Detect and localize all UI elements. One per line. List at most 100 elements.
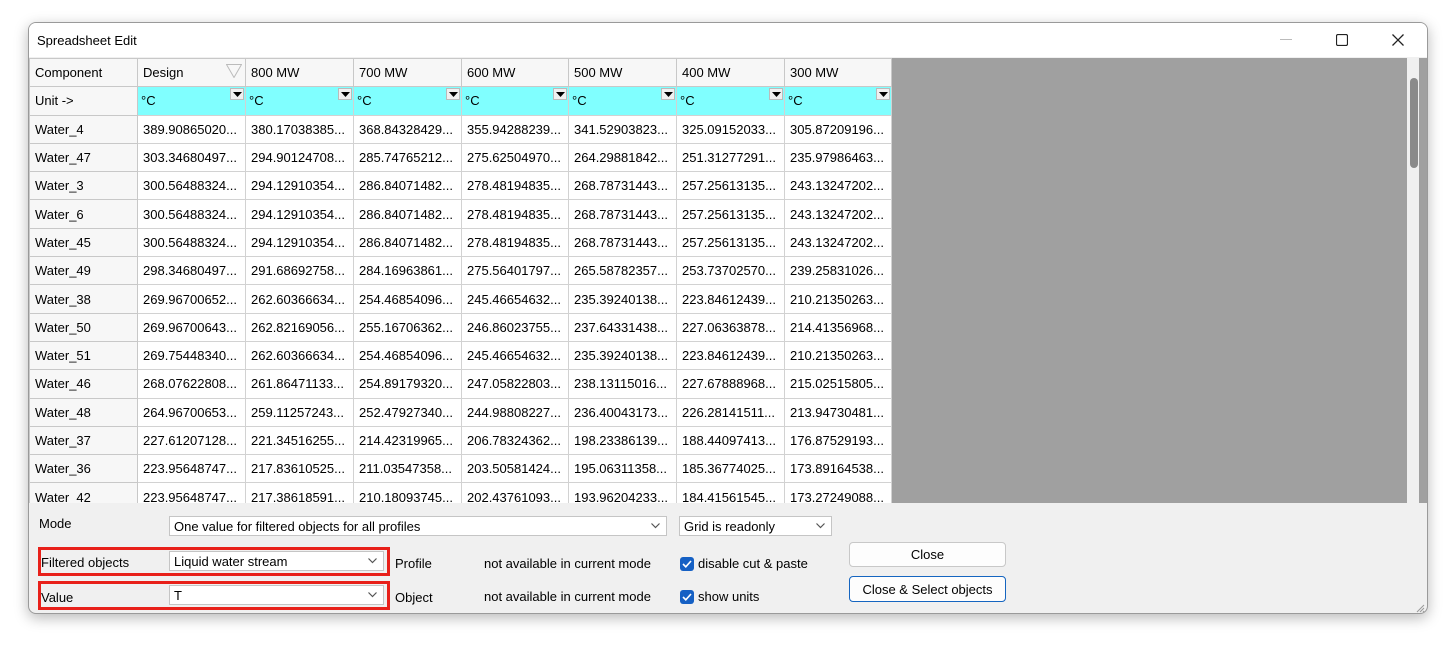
table-cell[interactable]: 203.50581424... <box>461 454 569 484</box>
table-cell[interactable]: 268.78731443... <box>568 171 677 201</box>
close-window-button[interactable] <box>1371 23 1425 57</box>
table-cell[interactable]: 286.84071482... <box>353 199 462 229</box>
spreadsheet-grid[interactable]: Component Design 800 MW 700 MW 600 MW 500 MW 4… <box>29 58 1427 503</box>
row-header-component[interactable]: Water_45 <box>29 227 138 258</box>
table-cell[interactable]: 275.62504970... <box>461 142 569 173</box>
table-cell[interactable]: 213.94730481... <box>784 397 892 427</box>
table-cell[interactable]: 245.46654632... <box>461 284 569 314</box>
table-cell[interactable]: 235.39240138... <box>568 284 677 314</box>
table-cell[interactable]: 278.48194835... <box>461 199 569 229</box>
table-cell[interactable]: 389.90865020... <box>137 114 246 144</box>
table-cell[interactable]: 368.84328429... <box>353 114 462 144</box>
table-cell[interactable]: 254.46854096... <box>353 340 462 371</box>
row-header-component[interactable]: Water_46 <box>29 369 138 399</box>
table-cell[interactable]: 223.95648747... <box>137 454 246 484</box>
column-header[interactable]: 700 MW <box>353 58 462 88</box>
table-cell[interactable]: 198.23386139... <box>568 425 677 456</box>
table-cell[interactable]: 210.18093745... <box>353 482 462 503</box>
close-button[interactable]: Close <box>849 542 1006 567</box>
table-cell[interactable]: 255.16706362... <box>353 312 462 342</box>
mode-select[interactable]: One value for filtered objects for all p… <box>169 516 667 536</box>
grid-mode-select[interactable]: Grid is readonly <box>679 516 832 536</box>
table-cell[interactable]: 173.89164538... <box>784 454 892 484</box>
table-cell[interactable]: 264.96700653... <box>137 397 246 427</box>
table-cell[interactable]: 221.34516255... <box>245 425 354 456</box>
table-cell[interactable]: 243.13247202... <box>784 171 892 201</box>
unit-dropdown[interactable]: °C <box>568 86 677 116</box>
table-cell[interactable]: 214.42319965... <box>353 425 462 456</box>
table-cell[interactable]: 294.12910354... <box>245 171 354 201</box>
dropdown-arrow-icon[interactable] <box>446 88 460 101</box>
minimize-button[interactable] <box>1259 23 1313 57</box>
table-cell[interactable]: 341.52903823... <box>568 114 677 144</box>
table-cell[interactable]: 262.60366634... <box>245 340 354 371</box>
table-cell[interactable]: 300.56488324... <box>137 227 246 258</box>
unit-dropdown[interactable]: °C <box>245 86 354 116</box>
table-cell[interactable]: 355.94288239... <box>461 114 569 144</box>
table-cell[interactable]: 305.87209196... <box>784 114 892 144</box>
value-select[interactable]: T <box>169 585 384 605</box>
table-cell[interactable]: 215.02515805... <box>784 369 892 399</box>
table-cell[interactable]: 235.97986463... <box>784 142 892 173</box>
table-cell[interactable]: 235.39240138... <box>568 340 677 371</box>
table-cell[interactable]: 252.47927340... <box>353 397 462 427</box>
unit-dropdown[interactable]: °C <box>353 86 462 116</box>
row-header-component[interactable]: Water_47 <box>29 142 138 173</box>
table-cell[interactable]: 257.25613135... <box>676 227 785 258</box>
table-cell[interactable]: 262.60366634... <box>245 284 354 314</box>
table-cell[interactable]: 239.25831026... <box>784 256 892 286</box>
dropdown-arrow-icon[interactable] <box>553 88 567 101</box>
row-header-component[interactable]: Water_3 <box>29 171 138 201</box>
vertical-scrollbar[interactable] <box>1407 58 1419 503</box>
table-cell[interactable]: 286.84071482... <box>353 171 462 201</box>
column-header[interactable]: 800 MW <box>245 58 354 88</box>
table-cell[interactable]: 238.13115016... <box>568 369 677 399</box>
dropdown-arrow-icon[interactable] <box>338 88 352 101</box>
table-cell[interactable]: 247.05822803... <box>461 369 569 399</box>
row-header-component[interactable]: Water_49 <box>29 256 138 286</box>
table-cell[interactable]: 265.58782357... <box>568 256 677 286</box>
table-cell[interactable]: 188.44097413... <box>676 425 785 456</box>
column-header[interactable]: 400 MW <box>676 58 785 88</box>
table-cell[interactable]: 211.03547358... <box>353 454 462 484</box>
scrollbar-thumb[interactable] <box>1410 78 1418 168</box>
table-cell[interactable]: 264.29881842... <box>568 142 677 173</box>
table-cell[interactable]: 285.74765212... <box>353 142 462 173</box>
row-header-component[interactable]: Water_50 <box>29 312 138 342</box>
row-header-component[interactable]: Water_42 <box>29 482 138 503</box>
close-select-objects-button[interactable]: Close & Select objects <box>849 576 1006 602</box>
table-cell[interactable]: 253.73702570... <box>676 256 785 286</box>
table-cell[interactable]: 291.68692758... <box>245 256 354 286</box>
table-cell[interactable]: 184.41561545... <box>676 482 785 503</box>
column-header[interactable]: 500 MW <box>568 58 677 88</box>
table-cell[interactable]: 294.12910354... <box>245 227 354 258</box>
table-cell[interactable]: 303.34680497... <box>137 142 246 173</box>
table-cell[interactable]: 254.46854096... <box>353 284 462 314</box>
row-header-component[interactable]: Water_51 <box>29 340 138 371</box>
table-cell[interactable]: 227.61207128... <box>137 425 246 456</box>
table-cell[interactable]: 325.09152033... <box>676 114 785 144</box>
table-cell[interactable]: 294.90124708... <box>245 142 354 173</box>
unit-dropdown[interactable]: °C <box>784 86 892 116</box>
table-cell[interactable]: 268.78731443... <box>568 199 677 229</box>
table-cell[interactable]: 257.25613135... <box>676 199 785 229</box>
table-cell[interactable]: 185.36774025... <box>676 454 785 484</box>
table-cell[interactable]: 176.87529193... <box>784 425 892 456</box>
dropdown-arrow-icon[interactable] <box>769 88 783 101</box>
table-cell[interactable]: 223.84612439... <box>676 340 785 371</box>
row-header-component[interactable]: Water_48 <box>29 397 138 427</box>
disable-cut-paste-checkbox[interactable]: disable cut & paste <box>680 556 808 571</box>
table-cell[interactable]: 202.43761093... <box>461 482 569 503</box>
table-cell[interactable]: 278.48194835... <box>461 171 569 201</box>
table-cell[interactable]: 217.38618591... <box>245 482 354 503</box>
dropdown-arrow-icon[interactable] <box>230 88 244 101</box>
maximize-button[interactable] <box>1315 23 1369 57</box>
table-cell[interactable]: 268.07622808... <box>137 369 246 399</box>
table-cell[interactable]: 210.21350263... <box>784 284 892 314</box>
table-cell[interactable]: 268.78731443... <box>568 227 677 258</box>
row-header-component[interactable]: Water_37 <box>29 425 138 456</box>
table-cell[interactable]: 217.83610525... <box>245 454 354 484</box>
table-cell[interactable]: 278.48194835... <box>461 227 569 258</box>
table-cell[interactable]: 257.25613135... <box>676 171 785 201</box>
unit-dropdown[interactable]: °C <box>137 86 246 116</box>
